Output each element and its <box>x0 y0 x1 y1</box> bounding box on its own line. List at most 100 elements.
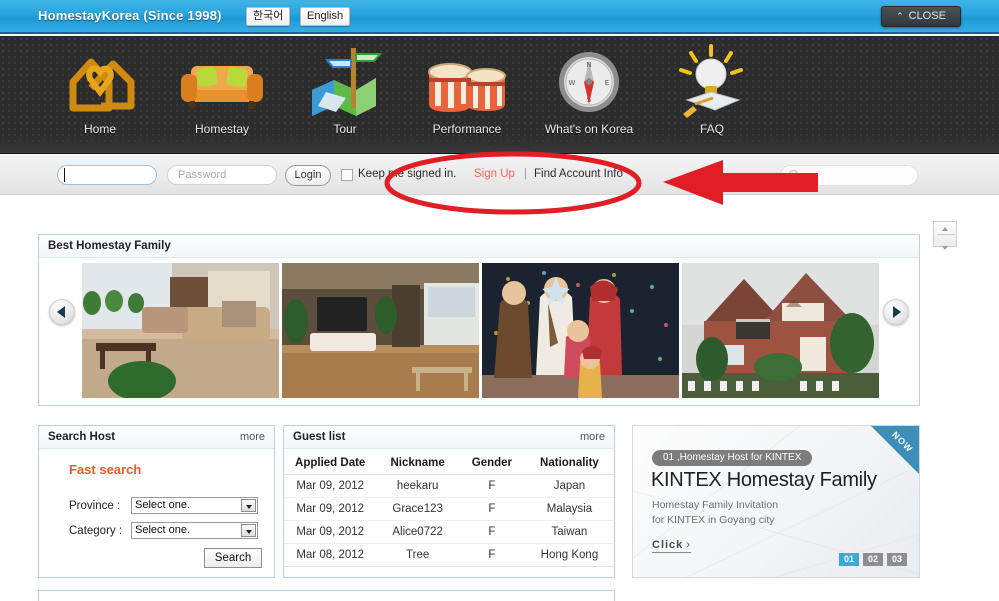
carousel-slide[interactable] <box>82 263 279 398</box>
nav-label-homestay: Homestay <box>194 122 250 136</box>
carousel-next-button[interactable] <box>883 299 909 325</box>
cell-gender: F <box>458 474 525 498</box>
guest-table: Applied Date Nickname Gender Nationality… <box>284 452 614 567</box>
nav-label-performance: Performance <box>432 122 502 136</box>
province-select-value: Select one. <box>135 499 191 511</box>
sofa-icon <box>162 42 282 122</box>
guest-list-panel: Guest list more Applied Date Nickname Ge… <box>283 425 615 578</box>
page-scroll-control[interactable] <box>933 221 957 250</box>
category-label: Category : <box>69 524 123 537</box>
kintex-click-link[interactable]: Click › <box>652 539 691 553</box>
link-divider: | <box>524 168 527 180</box>
keep-signed-in-checkbox[interactable] <box>341 169 353 181</box>
kintex-subtitle-line-1: Homestay Family Invitation <box>652 499 779 511</box>
table-row[interactable]: Mar 09, 2012 Alice0722 F Taiwan <box>284 520 614 544</box>
cell-gender: F <box>458 520 525 544</box>
page-root: HomestayKorea (Since 1998) 한국어 English ⌃… <box>0 0 999 601</box>
house-heart-icon <box>40 42 160 122</box>
nav-label-home: Home <box>83 122 116 136</box>
kintex-dot-01[interactable]: 01 <box>839 553 859 566</box>
cell-gender: F <box>458 543 525 567</box>
top-bar: HomestayKorea (Since 1998) 한국어 English ⌃… <box>0 0 999 34</box>
chevron-right-icon: › <box>686 539 691 551</box>
nav-label-whats-on-korea: What's on Korea <box>544 122 634 136</box>
nav-item-faq[interactable]: FAQ <box>652 42 772 150</box>
cell-applied-date: Mar 09, 2012 <box>284 520 377 544</box>
site-brand: HomestayKorea (Since 1998) <box>38 8 222 23</box>
nav-item-performance[interactable]: Performance <box>407 42 527 150</box>
bottom-partial-panel <box>38 590 615 601</box>
language-button-english[interactable]: English <box>300 7 351 26</box>
nav-item-home[interactable]: Home <box>40 42 160 150</box>
chevron-down-icon[interactable] <box>241 524 256 537</box>
close-button[interactable]: ⌃ CLOSE <box>881 6 961 27</box>
chevron-down-icon[interactable] <box>241 499 256 512</box>
best-homestay-family-panel: Best Homestay Family <box>38 234 920 406</box>
column-gender: Gender <box>458 452 525 475</box>
cell-nickname: Grace123 <box>376 497 459 521</box>
cell-applied-date: Mar 08, 2012 <box>284 543 377 567</box>
province-select[interactable]: Select one. <box>131 497 258 514</box>
column-applied-date: Applied Date <box>284 452 377 475</box>
nav-label-tour: Tour <box>333 122 357 136</box>
cell-nationality: Hong Kong <box>524 543 614 567</box>
table-header-row: Applied Date Nickname Gender Nationality <box>284 452 614 475</box>
chevron-up-icon: ⌃ <box>896 11 904 21</box>
divider <box>937 234 955 235</box>
sign-up-link[interactable]: Sign Up <box>474 168 515 180</box>
cell-nationality: Japan <box>524 474 614 498</box>
more-link[interactable]: more <box>580 431 605 443</box>
panel-title: Best Homestay Family <box>48 240 171 252</box>
cell-nickname: Alice0722 <box>376 520 459 544</box>
bongo-drums-icon <box>407 42 527 122</box>
language-button-korean[interactable]: 한국어 <box>246 7 291 26</box>
panel-header: Best Homestay Family <box>39 235 919 258</box>
search-button[interactable]: Search <box>204 548 262 568</box>
cell-nationality: Malaysia <box>524 497 614 521</box>
carousel-slide[interactable] <box>482 263 679 398</box>
table-row[interactable]: Mar 09, 2012 heekaru F Japan <box>284 474 614 498</box>
svg-text:N: N <box>586 61 591 69</box>
nav-item-homestay[interactable]: Homestay <box>162 42 282 150</box>
kintex-tag: 01 ,Homestay Host for KINTEX <box>652 450 813 466</box>
password-input[interactable]: Password <box>167 165 277 185</box>
carousel-slide[interactable] <box>682 263 879 398</box>
category-field-row: Category : Select one. <box>69 522 258 539</box>
carousel-prev-button[interactable] <box>49 299 75 325</box>
chevron-down-icon[interactable] <box>934 240 956 257</box>
category-select[interactable]: Select one. <box>131 522 258 539</box>
nav-item-whats-on-korea[interactable]: N S W E What's on Korea <box>529 42 649 150</box>
cell-nationality: Taiwan <box>524 520 614 544</box>
kintex-promo-banner[interactable]: NOW 01 ,Homestay Host for KINTEX KINTEX … <box>632 425 920 578</box>
nav-item-tour[interactable]: Tour <box>285 42 405 150</box>
login-button[interactable]: Login <box>285 165 331 186</box>
arrow-right-icon <box>884 300 908 324</box>
svg-text:W: W <box>569 79 576 87</box>
more-link[interactable]: more <box>240 431 265 443</box>
find-account-info-link[interactable]: Find Account Info <box>534 168 623 180</box>
kintex-dot-02[interactable]: 02 <box>863 553 883 566</box>
panel-title: Search Host <box>48 431 116 443</box>
chevron-up-icon[interactable] <box>934 222 956 239</box>
category-select-value: Select one. <box>135 524 191 536</box>
cell-gender: F <box>458 497 525 521</box>
close-button-label: CLOSE <box>908 10 946 22</box>
table-row[interactable]: Mar 08, 2012 Tree F Hong Kong <box>284 543 614 567</box>
cell-nickname: heekaru <box>376 474 459 498</box>
map-signpost-icon <box>285 42 405 122</box>
kintex-dot-03[interactable]: 03 <box>887 553 907 566</box>
table-row[interactable]: Mar 09, 2012 Grace123 F Malaysia <box>284 497 614 521</box>
kintex-title: KINTEX Homestay Family <box>651 469 877 491</box>
province-field-row: Province : Select one. <box>69 497 258 514</box>
kintex-subtitle-line-2: for KINTEX in Goyang city <box>652 514 775 526</box>
carousel-slide[interactable] <box>282 263 479 398</box>
username-input[interactable] <box>57 165 157 185</box>
carousel-slide-row <box>82 263 879 398</box>
cell-nickname: Tree <box>376 543 459 567</box>
column-nickname: Nickname <box>376 452 459 475</box>
cell-applied-date: Mar 09, 2012 <box>284 474 377 498</box>
cell-applied-date: Mar 09, 2012 <box>284 497 377 521</box>
text-cursor <box>64 168 65 182</box>
magnifier-icon <box>788 169 801 187</box>
svg-text:E: E <box>605 79 609 87</box>
